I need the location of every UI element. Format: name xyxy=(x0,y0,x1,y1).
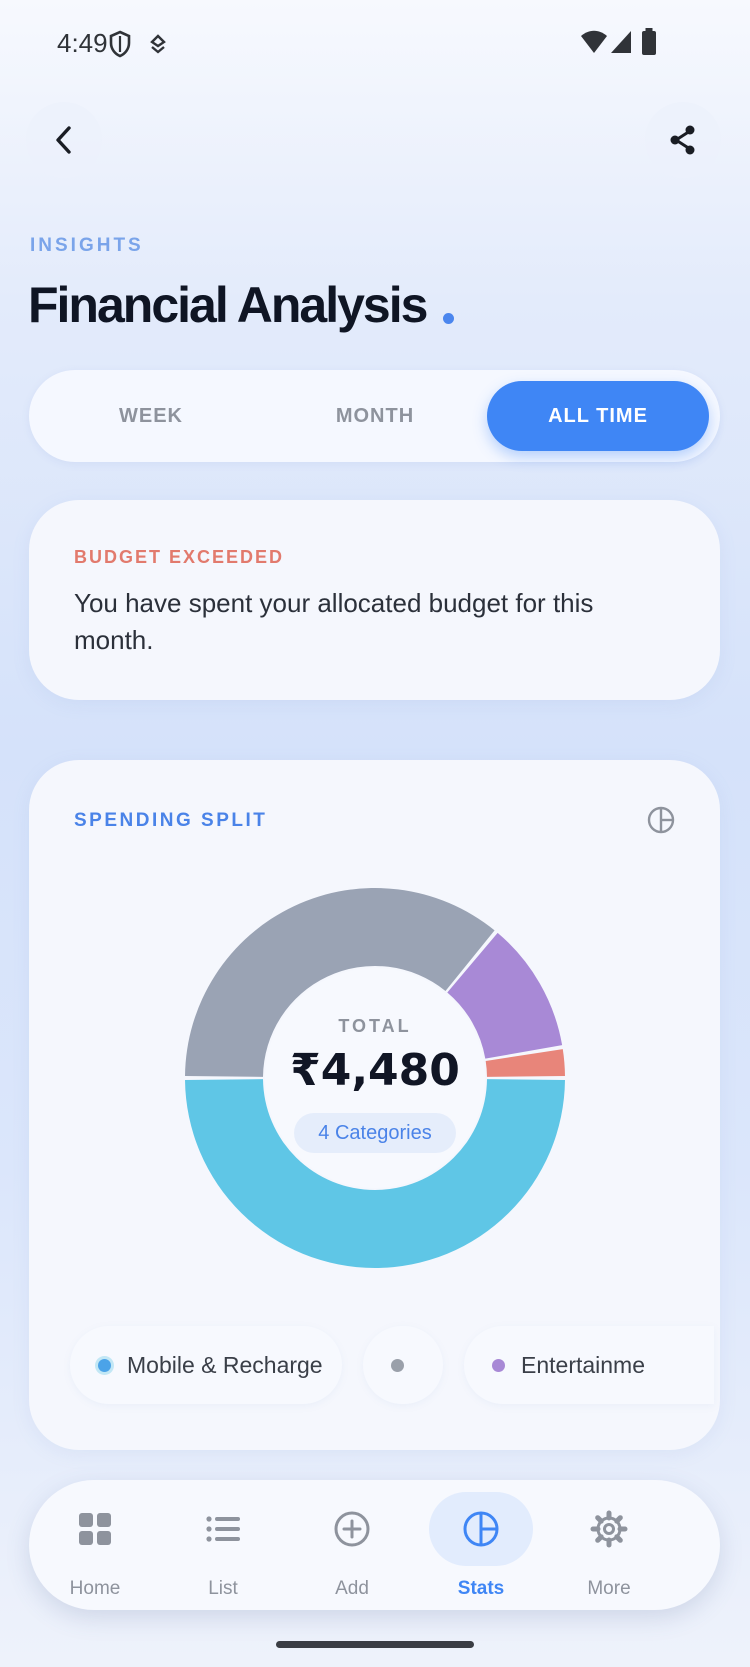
battery-icon xyxy=(642,28,656,55)
signal-icon xyxy=(611,31,631,53)
status-bar: 4:49 xyxy=(0,0,750,90)
nav-label: Home xyxy=(69,1578,121,1599)
nav-label: Add xyxy=(335,1578,369,1599)
spending-split-card: SPENDING SPLIT TOTAL ₹4,480 4 Categories… xyxy=(29,760,720,1450)
location-icon xyxy=(150,34,166,54)
gear-icon xyxy=(590,1510,628,1548)
spending-split-title: SPENDING SPLIT xyxy=(74,810,268,831)
legend-item[interactable]: Entertainme xyxy=(464,1326,714,1404)
legend-label: Mobile & Recharge xyxy=(127,1351,323,1378)
budget-alert-card: BUDGET EXCEEDED You have spent your allo… xyxy=(29,500,720,700)
bottom-navigation: Home List Add Stats More xyxy=(29,1480,720,1610)
share-button[interactable] xyxy=(645,102,721,178)
status-time: 4:49 xyxy=(57,28,108,58)
donut-total-label: TOTAL xyxy=(338,1016,412,1036)
grid-icon xyxy=(79,1513,111,1545)
legend-dot xyxy=(391,1358,404,1372)
categories-badge: 4 Categories xyxy=(294,1113,456,1153)
chart-toggle-icon[interactable] xyxy=(646,805,676,835)
title-accent-dot xyxy=(443,313,454,324)
plus-circle-icon xyxy=(334,1511,370,1547)
nav-label: List xyxy=(208,1578,238,1599)
nav-add[interactable]: Add xyxy=(292,1480,412,1610)
nav-more[interactable]: More xyxy=(549,1480,669,1610)
page-title: Financial Analysis xyxy=(28,277,428,333)
legend-dot xyxy=(492,1358,505,1372)
home-indicator xyxy=(276,1641,474,1648)
period-selector: WEEK MONTH ALL TIME xyxy=(29,370,720,462)
legend-item[interactable]: Mobile & Recharge xyxy=(70,1326,342,1404)
tab-week[interactable]: WEEK xyxy=(40,381,262,451)
legend-dot xyxy=(98,1358,111,1372)
chevron-left-icon xyxy=(56,126,71,154)
section-eyebrow: INSIGHTS xyxy=(30,235,144,256)
nav-label: More xyxy=(587,1578,631,1599)
shield-icon xyxy=(109,30,131,58)
legend-item[interactable] xyxy=(363,1326,443,1404)
share-icon xyxy=(670,125,695,155)
wifi-icon xyxy=(581,30,607,53)
alert-title: BUDGET EXCEEDED xyxy=(74,547,285,567)
legend-label: Entertainme xyxy=(521,1351,646,1378)
pie-chart-icon xyxy=(463,1511,499,1547)
nav-stats[interactable]: Stats xyxy=(421,1480,541,1610)
donut-total-value: ₹4,480 xyxy=(290,1045,460,1096)
nav-label: Stats xyxy=(457,1578,505,1599)
alert-message: You have spent your allocated budget for… xyxy=(74,588,594,655)
back-button[interactable] xyxy=(26,102,102,178)
nav-list[interactable]: List xyxy=(163,1480,283,1610)
tab-month[interactable]: MONTH xyxy=(264,381,486,451)
list-icon xyxy=(206,1516,240,1542)
nav-home[interactable]: Home xyxy=(35,1480,155,1610)
tab-all-time[interactable]: ALL TIME xyxy=(487,381,709,451)
